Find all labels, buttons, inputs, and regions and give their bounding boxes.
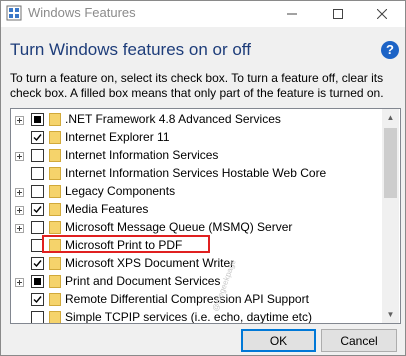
- feature-checkbox[interactable]: [31, 131, 44, 144]
- expand-plus-icon[interactable]: [15, 206, 24, 215]
- feature-checkbox[interactable]: [31, 113, 44, 126]
- feature-row[interactable]: Internet Explorer 11: [11, 129, 381, 147]
- feature-row[interactable]: Media Features: [11, 201, 381, 219]
- feature-row[interactable]: Microsoft XPS Document Writer: [11, 255, 381, 273]
- feature-label: Internet Explorer 11: [65, 130, 170, 144]
- feature-row[interactable]: Remote Differential Compression API Supp…: [11, 291, 381, 309]
- title-bar[interactable]: Windows Features: [1, 1, 405, 27]
- help-icon[interactable]: ?: [381, 41, 399, 59]
- close-icon: [377, 9, 387, 19]
- close-button[interactable]: [359, 1, 405, 27]
- feature-label: Print and Document Services: [65, 274, 221, 288]
- feature-label: Microsoft Message Queue (MSMQ) Server: [65, 220, 293, 234]
- feature-checkbox[interactable]: [31, 167, 44, 180]
- feature-checkbox[interactable]: [31, 149, 44, 162]
- scroll-up-arrow-icon[interactable]: ▲: [382, 109, 399, 126]
- scroll-down-arrow-icon[interactable]: ▼: [382, 306, 399, 323]
- folder-icon: [49, 113, 61, 126]
- folder-icon: [49, 185, 61, 198]
- expand-plus-icon[interactable]: [15, 188, 24, 197]
- dialog-description: To turn a feature on, select its check b…: [10, 71, 384, 100]
- feature-checkbox[interactable]: [31, 257, 44, 270]
- feature-label: Microsoft XPS Document Writer: [65, 256, 235, 270]
- windows-features-app-icon: [6, 5, 22, 21]
- feature-row[interactable]: Legacy Components: [11, 183, 381, 201]
- feature-checkbox[interactable]: [31, 275, 44, 288]
- highlight-box: [42, 235, 210, 253]
- folder-icon: [49, 203, 61, 216]
- cancel-button[interactable]: Cancel: [321, 329, 397, 352]
- maximize-button[interactable]: [315, 1, 361, 27]
- feature-checkbox[interactable]: [31, 185, 44, 198]
- dialog-heading: Turn Windows features on or off: [10, 40, 251, 59]
- expand-plus-icon[interactable]: [15, 224, 24, 233]
- feature-label: Internet Information Services: [65, 148, 219, 162]
- minimize-button[interactable]: [269, 1, 315, 27]
- features-tree[interactable]: .NET Framework 4.8 Advanced Services Inte…: [10, 108, 401, 324]
- feature-row[interactable]: Internet Information Services Hostable W…: [11, 165, 381, 183]
- feature-label: Legacy Components: [65, 184, 176, 198]
- folder-icon: [49, 311, 61, 323]
- feature-checkbox[interactable]: [31, 311, 44, 323]
- feature-label: Remote Differential Compression API Supp…: [65, 292, 309, 306]
- folder-icon: [49, 131, 61, 144]
- expand-plus-icon[interactable]: [15, 278, 24, 287]
- feature-checkbox[interactable]: [31, 203, 44, 216]
- folder-icon: [49, 293, 61, 306]
- folder-icon: [49, 167, 61, 180]
- feature-label: Simple TCPIP services (i.e. echo, daytim…: [65, 310, 312, 324]
- feature-label: .NET Framework 4.8 Advanced Services: [65, 112, 281, 126]
- feature-row[interactable]: Internet Information Services: [11, 147, 381, 165]
- expand-plus-icon[interactable]: [15, 152, 24, 161]
- folder-icon: [49, 257, 61, 270]
- feature-row[interactable]: .NET Framework 4.8 Advanced Services: [11, 111, 381, 129]
- feature-row[interactable]: Simple TCPIP services (i.e. echo, daytim…: [11, 309, 381, 324]
- expand-plus-icon[interactable]: [15, 116, 24, 125]
- window-title: Windows Features: [28, 5, 136, 20]
- ok-button[interactable]: OK: [241, 329, 316, 352]
- folder-icon: [49, 221, 61, 234]
- folder-icon: [49, 275, 61, 288]
- vertical-scrollbar[interactable]: ▲ ▼: [382, 109, 399, 323]
- feature-label: Media Features: [65, 202, 149, 216]
- feature-checkbox[interactable]: [31, 293, 44, 306]
- folder-icon: [49, 149, 61, 162]
- minimize-icon: [287, 13, 297, 15]
- feature-row[interactable]: Print and Document Services: [11, 273, 381, 291]
- feature-checkbox[interactable]: [31, 221, 44, 234]
- scroll-thumb[interactable]: [384, 128, 397, 198]
- windows-features-dialog: Windows Features Turn Windows features o…: [0, 0, 406, 356]
- maximize-icon: [333, 9, 343, 19]
- feature-label: Internet Information Services Hostable W…: [65, 166, 327, 180]
